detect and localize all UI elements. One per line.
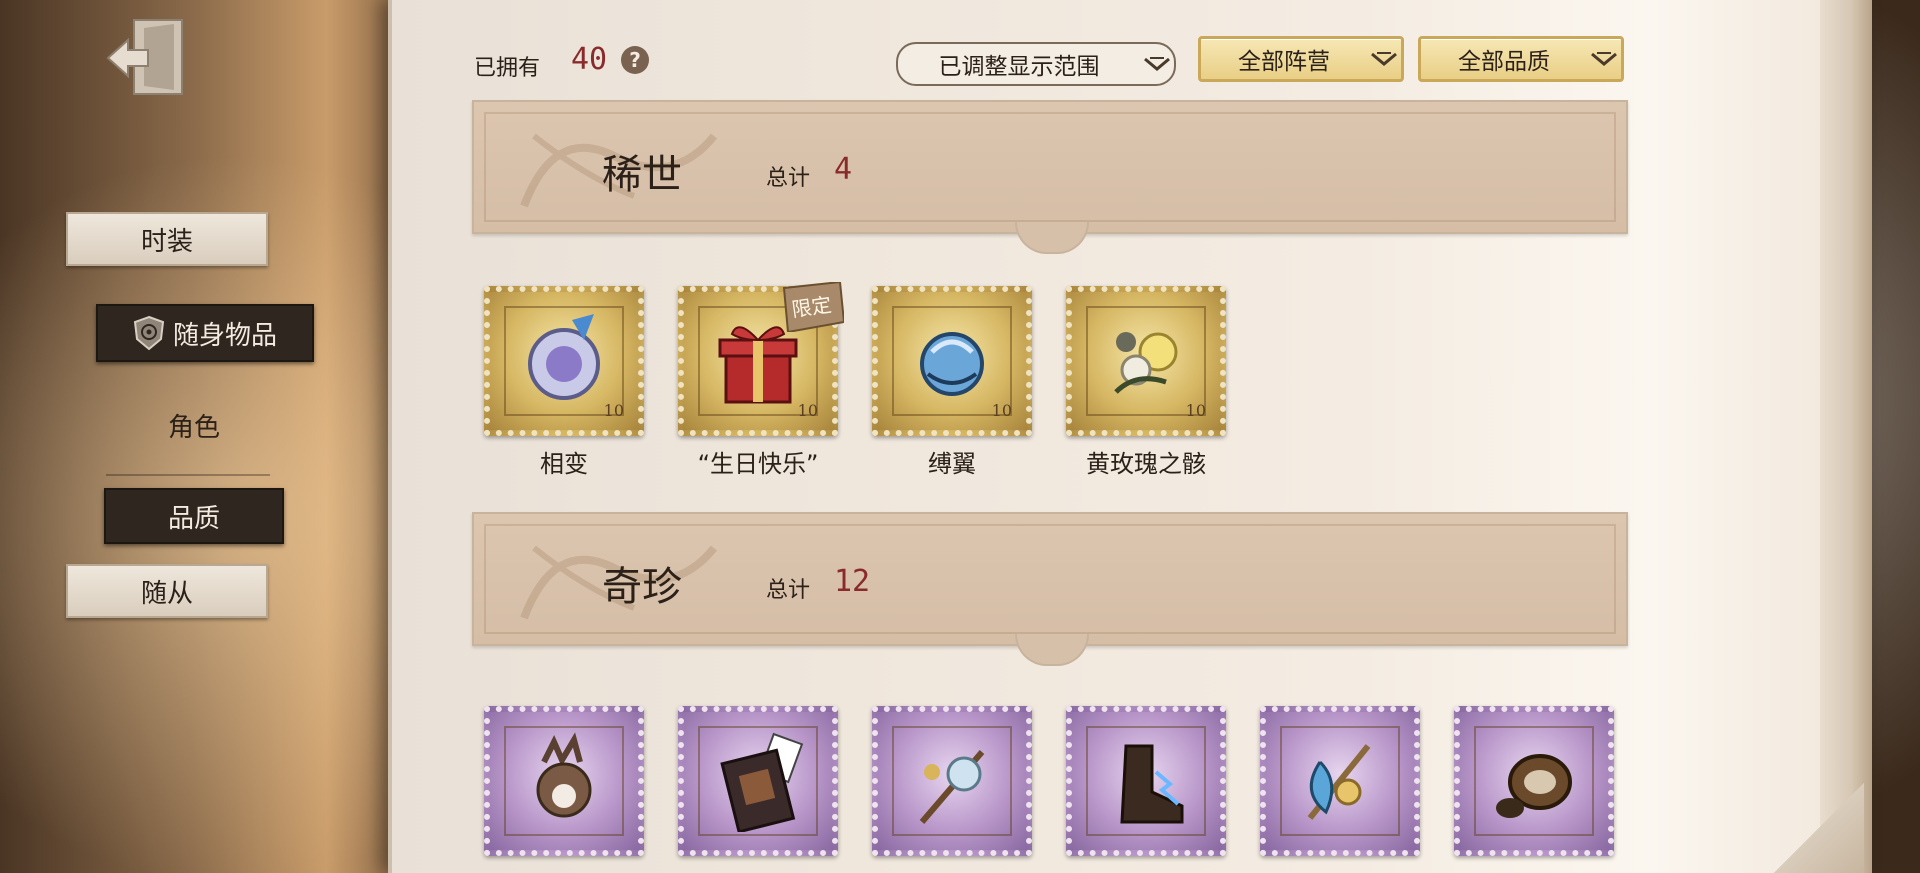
item-card[interactable]: 10 黄玫瑰之骸 xyxy=(1066,286,1226,478)
dropdown-label: 已调整显示范围 xyxy=(938,54,1100,80)
sidebar-item-follower[interactable]: 随从 xyxy=(66,564,268,618)
item-card[interactable]: 10 缚翼 xyxy=(872,286,1032,478)
shield-icon xyxy=(133,315,165,351)
sidebar-item-label: 品质 xyxy=(167,503,220,534)
page-fold[interactable] xyxy=(1774,783,1864,873)
exit-button[interactable] xyxy=(104,14,186,98)
section-total: 12 xyxy=(834,564,871,599)
sidebar-item-label: 随身物品 xyxy=(172,320,277,351)
display-range-dropdown[interactable]: 已调整显示范围 xyxy=(896,42,1176,86)
section-total-label: 总计 xyxy=(766,166,811,191)
exit-icon xyxy=(106,19,183,95)
phase-change-crystal-icon xyxy=(528,314,600,400)
item-card[interactable] xyxy=(484,706,644,856)
section-banner-treasure: 奇珍 总计 12 xyxy=(472,512,1628,666)
sidebar-item-label: 角色 xyxy=(167,412,220,443)
card-case-icon xyxy=(720,732,804,832)
chevron-down-icon xyxy=(1587,47,1621,71)
dropdown-label: 全部阵营 xyxy=(1238,49,1330,75)
sidebar-item-label: 时装 xyxy=(140,226,193,257)
owned-label: 已拥有 xyxy=(474,56,541,81)
limited-tag: 限定 xyxy=(782,282,844,332)
sidebar-item-outfit[interactable]: 时装 xyxy=(66,212,268,266)
section-total-label: 总计 xyxy=(766,578,811,603)
chevron-down-icon xyxy=(1140,52,1174,76)
section-title: 稀世 xyxy=(602,152,682,198)
camp-filter-dropdown[interactable]: 全部阵营 xyxy=(1198,36,1404,82)
item-name: 相变 xyxy=(540,450,588,478)
sidebar-item-label: 随从 xyxy=(140,578,193,609)
sidebar-divider xyxy=(106,474,270,476)
item-card[interactable] xyxy=(1260,706,1420,856)
antler-charm-icon xyxy=(536,732,592,818)
item-name: 黄玫瑰之骸 xyxy=(1086,450,1206,478)
wand-orb-icon xyxy=(919,750,985,824)
help-icon[interactable]: ? xyxy=(621,46,649,74)
crystal-hammer-icon xyxy=(1307,744,1371,820)
item-card[interactable] xyxy=(678,706,838,856)
sidebar-item-character[interactable]: 角色 xyxy=(96,400,292,450)
bound-wing-orb-icon xyxy=(920,332,984,396)
quality-filter-dropdown[interactable]: 全部品质 xyxy=(1418,36,1624,82)
section-total: 4 xyxy=(834,152,853,187)
item-card[interactable] xyxy=(1454,706,1614,856)
page-edge xyxy=(1820,0,1872,873)
section-banner-rare: 稀世 总计 4 xyxy=(472,100,1628,254)
sidebar-item-quality[interactable]: 品质 xyxy=(104,488,284,544)
item-name: “生日快乐” xyxy=(697,450,819,478)
section-title: 奇珍 xyxy=(602,564,682,610)
lightning-boot-icon xyxy=(1120,744,1184,824)
item-name: 缚翼 xyxy=(928,450,976,478)
item-card[interactable] xyxy=(872,706,1032,856)
studded-ring-icon xyxy=(1496,754,1572,818)
item-card[interactable]: 10 限定 “生日快乐” xyxy=(678,282,844,478)
owned-count: 40 xyxy=(571,42,608,77)
dropdown-label: 全部品质 xyxy=(1458,49,1550,75)
item-card[interactable] xyxy=(1066,706,1226,856)
chevron-down-icon xyxy=(1367,47,1401,71)
yellow-rose-icon xyxy=(1114,332,1178,394)
sidebar-item-accessories[interactable]: 随身物品 xyxy=(96,304,314,362)
item-card[interactable]: 10 相变 xyxy=(484,286,644,478)
